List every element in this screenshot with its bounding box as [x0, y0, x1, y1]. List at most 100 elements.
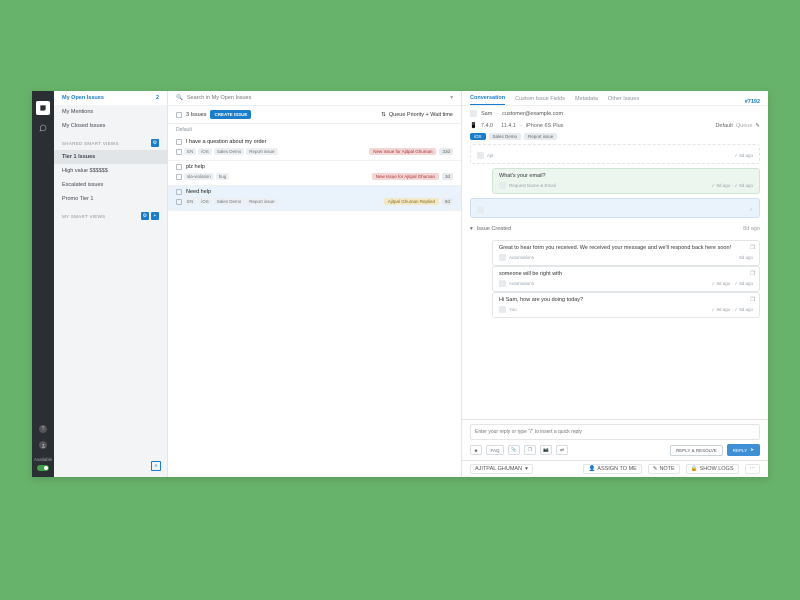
assignee-dropdown[interactable]: AJITPAL GHUMAN▾ [470, 464, 533, 474]
emoji-button[interactable]: ☻ [470, 445, 482, 455]
chevron-down-icon[interactable]: ▾ [450, 95, 453, 101]
platform-icon [176, 199, 182, 205]
app-window: ? Available My Open Issues 2 My Mentions… [32, 91, 768, 477]
issue-checkbox[interactable] [176, 189, 182, 195]
message-text: Great to hear form you received. We rece… [499, 245, 753, 251]
customer-row: Sam · customer@example.com [462, 106, 768, 121]
canned-button[interactable]: ❐ [524, 445, 536, 455]
assign-to-me-button[interactable]: 👤 ASSIGN TO ME [583, 464, 641, 474]
issue-row[interactable]: Need helpENiOSSales DemoReport issueAjit… [168, 186, 461, 211]
issue-tag: iOS [198, 148, 212, 155]
sidebar-item-tier1[interactable]: Tier 1 Issues [54, 150, 167, 164]
issue-checkbox[interactable] [176, 139, 182, 145]
faq-button[interactable]: FAQ [486, 445, 504, 455]
issue-tag: Sales Demo [214, 198, 245, 205]
sidebar-item-closed[interactable]: My Closed Issues [54, 119, 167, 133]
more-button[interactable]: ⋯ [745, 464, 761, 474]
bot-prompt: What's your email? Request Name & Email✓… [492, 168, 760, 194]
device-model: iPhone 6S Plus [526, 123, 564, 129]
collapser-label: Issue Created [477, 226, 511, 232]
availability-label: Available [34, 457, 52, 462]
tab-metadata[interactable]: Metadata [575, 96, 598, 105]
priority-value: Queue [736, 123, 753, 129]
add-icon[interactable]: + [151, 212, 159, 220]
rail-chat-icon[interactable] [38, 123, 48, 133]
sidebar-item-label: Escalated issues [62, 182, 103, 188]
tab-custom-fields[interactable]: Custom Issue Fields [515, 96, 565, 105]
app-version: 7.4.0 [481, 123, 493, 129]
select-all-checkbox[interactable] [176, 112, 182, 118]
reply-input[interactable] [470, 424, 760, 440]
gear-icon[interactable]: ⚙ [151, 139, 159, 147]
attach-button[interactable]: 📎 [508, 445, 520, 455]
sender-name: Automations [509, 281, 534, 286]
list-toolbar: 3 Issues CREATE ISSUE ⇅ Queue Priority +… [168, 106, 461, 124]
more-tools-button[interactable]: ⇄ [556, 445, 568, 455]
platform-icon [176, 149, 182, 155]
search-input[interactable] [187, 95, 446, 101]
issue-row[interactable]: I have a question about my orderENiOSSal… [168, 136, 461, 161]
tag-chip[interactable]: Report issue [524, 133, 557, 140]
show-logs-button[interactable]: 🔒 SHOW LOGS [686, 464, 739, 474]
sort-icon: ⇅ [381, 112, 386, 118]
issue-tag: iOS [198, 198, 212, 205]
issue-count: 3 Issues [186, 112, 206, 118]
availability-toggle[interactable] [37, 465, 49, 471]
sidebar-item-escalated[interactable]: Escalated issues [54, 178, 167, 192]
sidebar-item-my-open[interactable]: My Open Issues 2 [54, 91, 167, 105]
tab-conversation[interactable]: Conversation [470, 95, 505, 105]
sidebar: My Open Issues 2 My Mentions My Closed I… [54, 91, 168, 477]
composer: ☻ FAQ 📎 ❐ 📷 ⇄ REPLY & RESOLVE REPLY➤ [462, 419, 768, 460]
sidebar-item-promo[interactable]: Promo Tier 1 [54, 192, 167, 206]
sidebar-item-label: Promo Tier 1 [62, 196, 93, 202]
timestamp: 8d ago [739, 153, 753, 158]
copy-icon[interactable]: ❐ [750, 245, 755, 251]
priority-label: Default [715, 123, 732, 129]
detail-footer: AJITPAL GHUMAN▾ 👤 ASSIGN TO ME ✎ NOTE 🔒 … [462, 460, 768, 477]
profile-icon[interactable] [39, 441, 47, 449]
sidebar-header-shared: SHARED SMART VIEWS ⚙ [54, 133, 167, 150]
assignee-name: AJITPAL GHUMAN [475, 466, 522, 472]
agent-message: ❐Hi Sam, how are you doing today?You✓ 8d… [492, 292, 760, 318]
copy-icon[interactable]: ❐ [750, 297, 755, 303]
customer-email: customer@example.com [502, 111, 563, 117]
note-button[interactable]: ✎ NOTE [648, 464, 680, 474]
tab-other-issues[interactable]: Other Issues [608, 96, 639, 105]
reply-resolve-button[interactable]: REPLY & RESOLVE [670, 445, 723, 456]
timestamp: ✓ 8d ago · ✓ 8d ago [711, 307, 753, 313]
button-label: SHOW LOGS [700, 466, 734, 472]
tag-chip[interactable]: iOS [470, 133, 486, 140]
sort-label[interactable]: Queue Priority + Wait time [389, 112, 453, 118]
agent-message: ❐someone will be right withAutomations✓ … [492, 266, 760, 292]
issue-id: #7192 [745, 99, 760, 105]
gear-icon[interactable]: ⚙ [141, 212, 149, 220]
tag-row: iOS Sales Demo Report issue [462, 133, 768, 144]
help-icon[interactable]: ? [39, 425, 47, 433]
device-row: 📱7.4.0 11.4.1 ·iPhone 6S Plus Default Qu… [462, 121, 768, 133]
issue-tag: EN [184, 198, 196, 205]
sidebar-item-mentions[interactable]: My Mentions [54, 105, 167, 119]
issue-list-pane: 🔍 ▾ 3 Issues CREATE ISSUE ⇅ Queue Priori… [168, 91, 462, 477]
timestamp: 8d ago [739, 183, 753, 188]
copy-icon[interactable]: ❐ [750, 271, 755, 277]
issue-age: 3d [442, 173, 453, 180]
tag-chip[interactable]: Sales Demo [489, 133, 522, 140]
rail-inbox-icon[interactable] [36, 101, 50, 115]
sidebar-collapse-button[interactable]: « [151, 461, 161, 471]
edit-icon[interactable]: ✎ [755, 123, 760, 129]
button-label: NOTE [659, 466, 674, 472]
create-issue-button[interactable]: CREATE ISSUE [210, 110, 251, 119]
issue-row[interactable]: plz helpsla-violationbugNew Issue for Aj… [168, 161, 461, 186]
issue-tag: bug [216, 173, 230, 180]
sender-name: Automations [509, 255, 534, 260]
reply-button[interactable]: REPLY➤ [727, 444, 760, 456]
issue-created-collapser[interactable]: ▾ Issue Created 8d ago [470, 222, 760, 236]
timestamp: 8d ago [739, 255, 753, 260]
issue-checkbox[interactable] [176, 164, 182, 170]
chevron-down-icon: ▾ [470, 226, 473, 232]
sidebar-item-highvalue[interactable]: High value $$$$$$ [54, 164, 167, 178]
status-badge: New Issue for Ajitpal Ghuman [372, 173, 439, 180]
screenshot-button[interactable]: 📷 [540, 445, 552, 455]
issue-age: 33d [439, 148, 453, 155]
detail-tabs: Conversation Custom Issue Fields Metadat… [462, 91, 768, 106]
